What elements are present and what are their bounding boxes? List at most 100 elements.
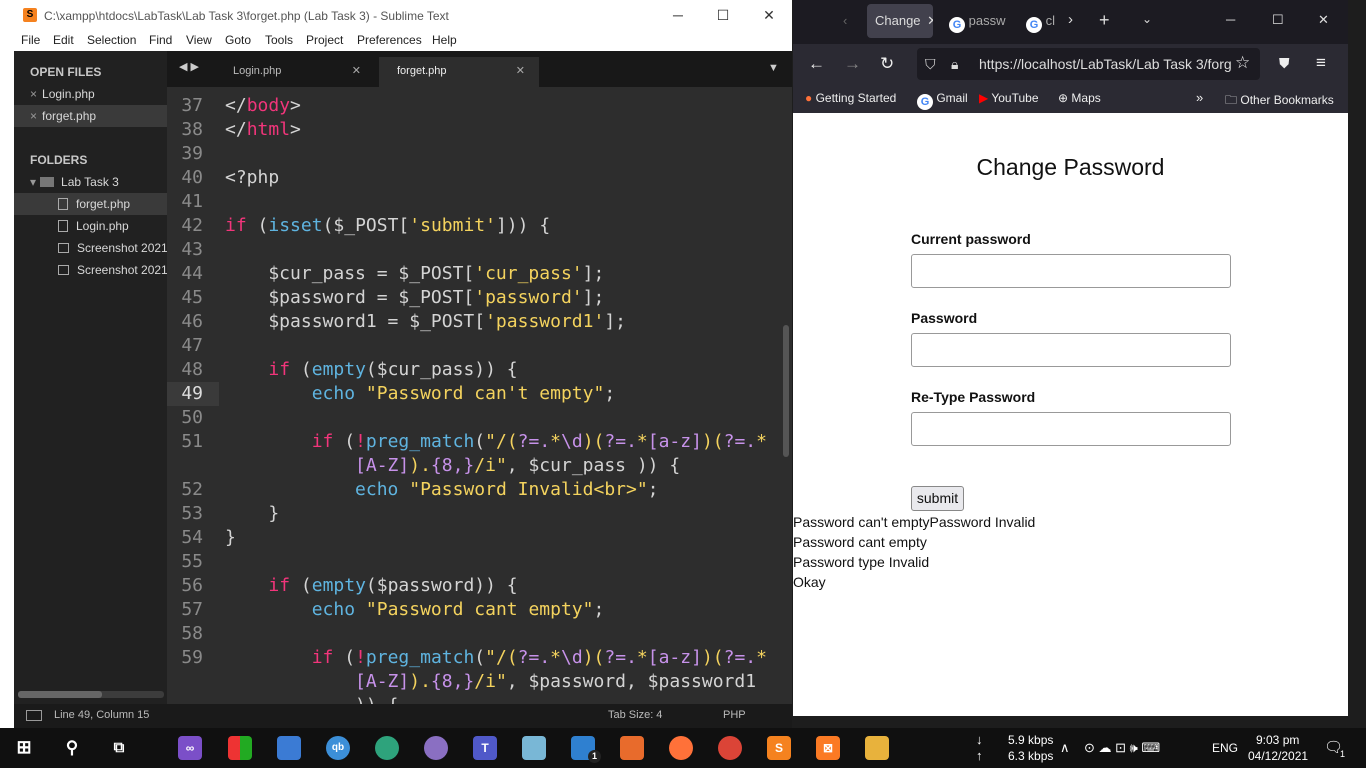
reload-icon[interactable]: ↻ (880, 54, 894, 74)
submit-button[interactable]: submit (911, 486, 964, 511)
paint-icon[interactable] (424, 736, 448, 760)
pocket-icon[interactable]: ⛊ (1279, 55, 1290, 72)
bookmark-youtube[interactable]: ▶ YouTube (979, 91, 1039, 105)
edge-icon[interactable] (375, 736, 399, 760)
menu-edit[interactable]: Edit (53, 33, 74, 47)
tab-size[interactable]: Tab Size: 4 (608, 709, 662, 721)
file-item[interactable]: Login.php (14, 215, 167, 237)
browser-tab-passw[interactable]: G passw (949, 4, 1011, 38)
browser-tab-cl[interactable]: G cl (1026, 4, 1060, 38)
current-password-label: Current password (911, 231, 1031, 247)
notepad-icon[interactable] (277, 736, 301, 760)
editor-scrollbar[interactable] (783, 325, 789, 457)
menu-preferences[interactable]: Preferences (357, 33, 422, 47)
cursor-position[interactable]: Line 49, Column 15 (54, 709, 149, 721)
syntax-label[interactable]: PHP (723, 709, 746, 721)
line-number: 59 (181, 647, 203, 668)
scrollbar-thumb[interactable] (18, 691, 102, 698)
bookmark-star-icon[interactable]: ☆ (1235, 53, 1250, 73)
chevrons-right-icon[interactable]: » (1196, 90, 1203, 105)
close-icon[interactable]: ✕ (352, 57, 361, 85)
clock-time[interactable]: 9:03 pm (1256, 733, 1299, 747)
menu-find[interactable]: Find (149, 33, 172, 47)
code-line: [A-Z]).{8,}/i", $password, $password1 (355, 671, 757, 692)
menu-goto[interactable]: Goto (225, 33, 251, 47)
lock-icon[interactable]: 🔒︎ (951, 48, 958, 80)
forward-icon[interactable]: → (844, 54, 861, 74)
bookmark-maps[interactable]: ⊕ Maps (1058, 91, 1101, 105)
search-icon[interactable]: ⚲ (60, 736, 84, 760)
close-icon[interactable]: ✕ (516, 57, 525, 85)
tab-nav-arrows-icon[interactable]: ◀ ▶ (179, 60, 199, 73)
retype-password-input[interactable] (911, 412, 1231, 446)
app-grid-icon[interactable] (228, 736, 252, 760)
line-number: 54 (181, 527, 203, 548)
visual-studio-icon[interactable]: ∞ (178, 736, 202, 760)
globe-icon: ⊕ (1058, 91, 1069, 105)
close-button[interactable]: ✕ (757, 4, 781, 26)
bookmark-getting-started[interactable]: ● Getting Started (805, 91, 896, 105)
url-bar[interactable]: ⛉ 🔒︎ https://localhost/LabTask/Lab Task … (917, 48, 1260, 80)
menu-view[interactable]: View (186, 33, 212, 47)
code-line: echo "Password cant empty"; (311, 599, 605, 620)
chevron-right-icon[interactable]: › (1068, 11, 1073, 28)
phone-icon[interactable]: 1 (571, 736, 601, 763)
open-file-item[interactable]: × forget.php (14, 105, 167, 127)
menu-tools[interactable]: Tools (265, 33, 293, 47)
close-icon[interactable]: × (30, 87, 37, 101)
qbittorrent-icon[interactable]: qb (326, 736, 350, 760)
taskbar: ⊞ ⚲ ⧉ ∞ qb T 1 S ⊠ ↓ ↑ 5.9 kbps 6.3 kbps… (0, 728, 1366, 768)
file-label: Login.php (76, 219, 129, 233)
menu-help[interactable]: Help (432, 33, 457, 47)
tab-list-icon[interactable]: ⌄ (1142, 12, 1152, 26)
browser-tab-change[interactable]: Change ✕ (867, 4, 933, 38)
shield-icon[interactable]: ⛉ (925, 48, 936, 80)
menu-project[interactable]: Project (306, 33, 343, 47)
file-item[interactable]: forget.php (14, 193, 167, 215)
chevron-left-icon[interactable]: ‹ (843, 13, 847, 28)
bookmark-gmail[interactable]: G Gmail (917, 91, 968, 110)
retype-password-label: Re-Type Password (911, 389, 1036, 405)
maximize-button[interactable]: ☐ (711, 4, 735, 26)
notes-icon[interactable] (522, 736, 546, 760)
system-tray-icons[interactable]: ⊙ ☁ ⊡ 🕪︎ ⌨ (1084, 740, 1160, 756)
sidebar-scrollbar[interactable] (18, 691, 164, 698)
password-input[interactable] (911, 333, 1231, 367)
new-tab-icon[interactable]: + (1099, 10, 1110, 31)
menu-selection[interactable]: Selection (87, 33, 136, 47)
open-file-item[interactable]: × Login.php (14, 83, 167, 105)
firefox-icon[interactable] (669, 736, 693, 760)
tab-dropdown-icon[interactable]: ▼ (768, 62, 779, 74)
maximize-button[interactable]: ☐ (1272, 12, 1284, 28)
tab-login[interactable]: Login.php ✕ (215, 57, 375, 87)
file-label: forget.php (76, 197, 131, 211)
bookmark-other[interactable]: 🗀 Other Bookmarks (1225, 91, 1334, 112)
minimize-button[interactable]: ─ (666, 4, 690, 26)
current-password-input[interactable] (911, 254, 1231, 288)
filezilla-icon[interactable] (620, 736, 644, 760)
minimize-button[interactable]: ─ (1226, 12, 1235, 27)
close-button[interactable]: ✕ (1318, 12, 1329, 28)
clock-date[interactable]: 04/12/2021 (1248, 749, 1308, 763)
xampp-icon[interactable]: ⊠ (816, 736, 840, 760)
menu-file[interactable]: File (21, 33, 40, 47)
close-icon[interactable]: × (30, 109, 37, 123)
chrome-icon[interactable] (718, 736, 742, 760)
start-icon[interactable]: ⊞ (12, 736, 36, 760)
console-icon[interactable] (26, 710, 42, 721)
teams-icon[interactable]: T (473, 736, 497, 760)
url-text[interactable]: https://localhost/LabTask/Lab Task 3/for… (979, 48, 1232, 80)
menu-icon[interactable]: ≡ (1316, 53, 1326, 73)
file-explorer-icon[interactable] (865, 736, 889, 760)
tray-expand-icon[interactable]: ∧ (1060, 740, 1070, 756)
task-view-icon[interactable]: ⧉ (107, 736, 131, 760)
back-icon[interactable]: ← (808, 54, 825, 74)
sublime-icon[interactable]: S (767, 736, 791, 760)
close-icon[interactable]: ✕ (927, 13, 933, 28)
file-item[interactable]: Screenshot 2021- (14, 237, 167, 259)
language-indicator[interactable]: ENG (1212, 741, 1238, 755)
file-item[interactable]: Screenshot 2021- (14, 259, 167, 281)
tab-forget[interactable]: forget.php ✕ (379, 57, 539, 87)
folder-item[interactable]: ▾ Lab Task 3 (14, 171, 167, 193)
code-editor[interactable]: 37 38 39 40 41 42 43 44 45 46 47 48 49 5… (167, 87, 792, 704)
